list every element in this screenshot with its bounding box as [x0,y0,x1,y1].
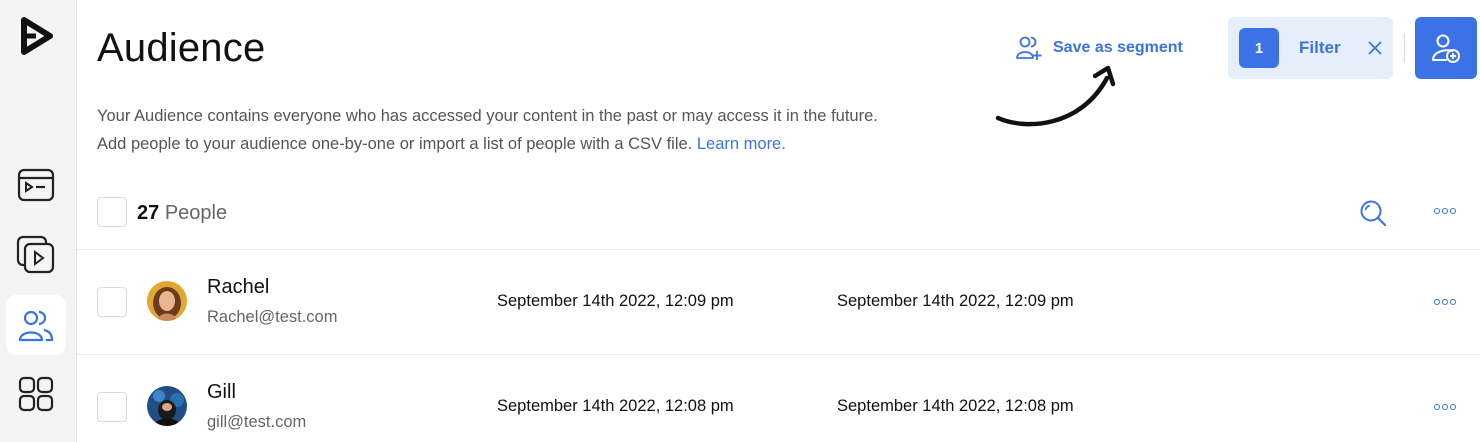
description-line-2-text: Add people to your audience one-by-one o… [97,135,693,153]
logo-icon[interactable] [14,14,58,58]
created-date: September 14th 2022, 12:09 pm [497,292,734,310]
description-line-1: Your Audience contains everyone who has … [97,107,878,125]
row-more-options-icon[interactable] [1434,299,1456,305]
list-header: 27 People [77,180,1480,250]
avatar [147,281,187,321]
apps-grid-icon [18,376,54,412]
list-more-options-icon[interactable] [1434,208,1456,214]
row-checkbox[interactable] [97,287,127,317]
page-title: Audience [97,26,266,70]
save-as-segment-label: Save as segment [1053,39,1183,56]
clear-filter-close-icon[interactable] [1367,40,1383,56]
select-all-checkbox[interactable] [97,197,127,227]
sidebar-item-playlist[interactable] [6,155,66,215]
person-email: gill@test.com [207,413,307,431]
add-person-button[interactable] [1415,17,1477,79]
annotation-arrow-icon [995,65,1116,127]
save-as-segment-button[interactable]: Save as segment [1015,30,1183,66]
main-content: Audience Your Audience contains everyone… [77,0,1480,442]
people-count-label: People [164,202,228,224]
add-users-icon [1016,36,1042,60]
search-icon [1360,200,1387,227]
sidebar-item-audience[interactable] [6,295,66,355]
toolbar-divider [1404,33,1405,63]
add-person-icon [1432,34,1460,63]
row-checkbox[interactable] [97,392,127,422]
last-seen-date: September 14th 2022, 12:09 pm [837,292,1074,310]
filter-count-badge: 1 [1239,28,1279,68]
person-name: Gill [207,381,236,403]
sidebar [0,0,77,442]
sidebar-item-media[interactable] [6,225,66,285]
search-button[interactable] [1359,199,1387,232]
person-name: Rachel [207,276,270,298]
people-count-number: 27 [137,202,160,224]
learn-more-link[interactable]: Learn more. [697,135,786,153]
sidebar-item-apps[interactable] [6,364,66,424]
table-row[interactable]: Gill gill@test.com September 14th 2022, … [77,355,1480,442]
row-more-options-icon[interactable] [1434,404,1456,410]
media-library-icon [16,235,55,274]
table-row[interactable]: Rachel Rachel@test.com September 14th 20… [77,251,1480,355]
avatar [147,386,187,426]
page-description: Your Audience contains everyone who has … [97,102,997,158]
playlist-icon [17,168,55,202]
person-email: Rachel@test.com [207,308,338,326]
people-count: 27 People [137,202,227,225]
audience-icon [18,310,54,342]
filter-label: Filter [1299,38,1341,57]
created-date: September 14th 2022, 12:08 pm [497,397,734,415]
description-line-2: Add people to your audience one-by-one o… [97,130,997,158]
filter-control[interactable]: 1 Filter [1228,17,1393,79]
last-seen-date: September 14th 2022, 12:08 pm [837,397,1074,415]
